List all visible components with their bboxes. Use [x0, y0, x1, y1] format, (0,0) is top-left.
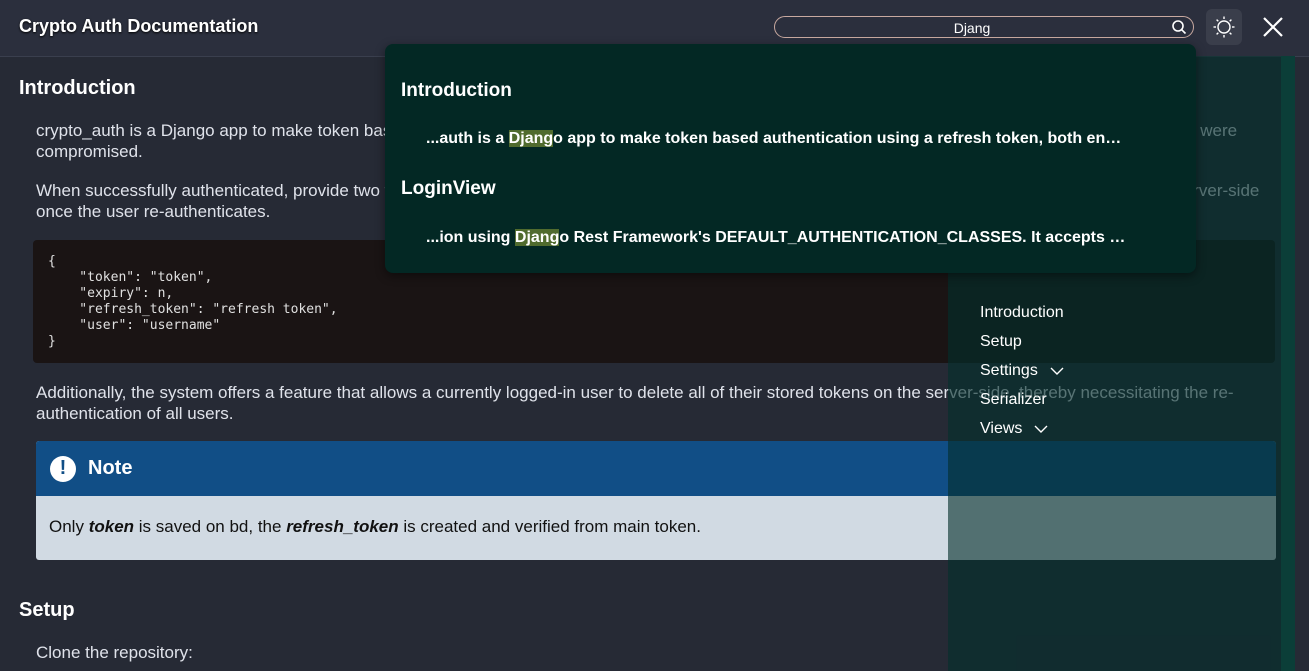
note-text: is saved on bd, the — [134, 517, 287, 536]
chevron-down-icon[interactable] — [1050, 366, 1064, 376]
toc-item-setup[interactable]: Setup — [980, 327, 1064, 356]
toc-list: Introduction Setup Settings Serializer V… — [980, 298, 1064, 443]
note-emphasis-refresh-token: refresh_token — [286, 517, 399, 536]
app-title: Crypto Auth Documentation — [19, 16, 259, 36]
search-results-dropdown: Introduction ...auth is a Django app to … — [385, 44, 1196, 273]
toc-item-label: Views — [980, 419, 1023, 437]
result-section-title: LoginView — [401, 178, 496, 199]
note-title: Note — [88, 457, 133, 479]
toc-item-views[interactable]: Views — [980, 414, 1064, 443]
toc-item-settings[interactable]: Settings — [980, 356, 1064, 385]
result-text: o Rest Framework's DEFAULT_AUTHENTICATIO… — [559, 229, 1126, 246]
search-result-item[interactable]: ...auth is a Django app to make token ba… — [426, 130, 1156, 148]
search-result-item[interactable]: ...ion using Django Rest Framework's DEF… — [426, 229, 1156, 247]
toc-item-label: Introduction — [980, 303, 1064, 321]
search-box[interactable] — [774, 16, 1194, 38]
chevron-down-icon[interactable] — [1034, 424, 1048, 434]
close-icon[interactable] — [1260, 14, 1286, 40]
result-text: ...auth is a — [426, 130, 509, 147]
note-text: is created and verified from main token. — [398, 517, 701, 536]
search-icon[interactable] — [1171, 19, 1187, 35]
code-line: "expiry": n, — [48, 286, 174, 301]
toc-item-introduction[interactable]: Introduction — [980, 298, 1064, 327]
code-line: "refresh_token": "refresh token", — [48, 302, 338, 317]
theme-toggle-button[interactable] — [1206, 9, 1242, 45]
result-highlight: Djang — [514, 229, 560, 246]
result-text: ...ion using — [426, 229, 515, 246]
toc-item-label: Settings — [980, 361, 1038, 379]
toc-item-label: Serializer — [980, 390, 1047, 408]
result-text: o app to make token based authentication… — [553, 130, 1122, 147]
result-section-title: Introduction — [401, 80, 512, 101]
toc-item-label: Setup — [980, 332, 1022, 350]
note-text: Only — [49, 517, 89, 536]
note-emphasis-token: token — [88, 517, 135, 536]
code-line: { — [48, 254, 56, 269]
toc-item-serializer[interactable]: Serializer — [980, 385, 1064, 414]
code-line: "user": "username" — [48, 318, 221, 333]
setup-paragraph: Clone the repository: — [36, 643, 193, 662]
search-input[interactable] — [785, 18, 1159, 38]
exclamation-icon: ! — [50, 455, 76, 482]
intro-heading: Introduction — [19, 77, 136, 99]
sidebar-scrollbar[interactable] — [1281, 56, 1295, 671]
code-line: } — [48, 334, 56, 349]
theme-toggle-icon — [1213, 16, 1235, 38]
setup-heading: Setup — [19, 599, 75, 621]
result-highlight: Djang — [508, 130, 554, 147]
code-line: "token": "token", — [48, 270, 213, 285]
